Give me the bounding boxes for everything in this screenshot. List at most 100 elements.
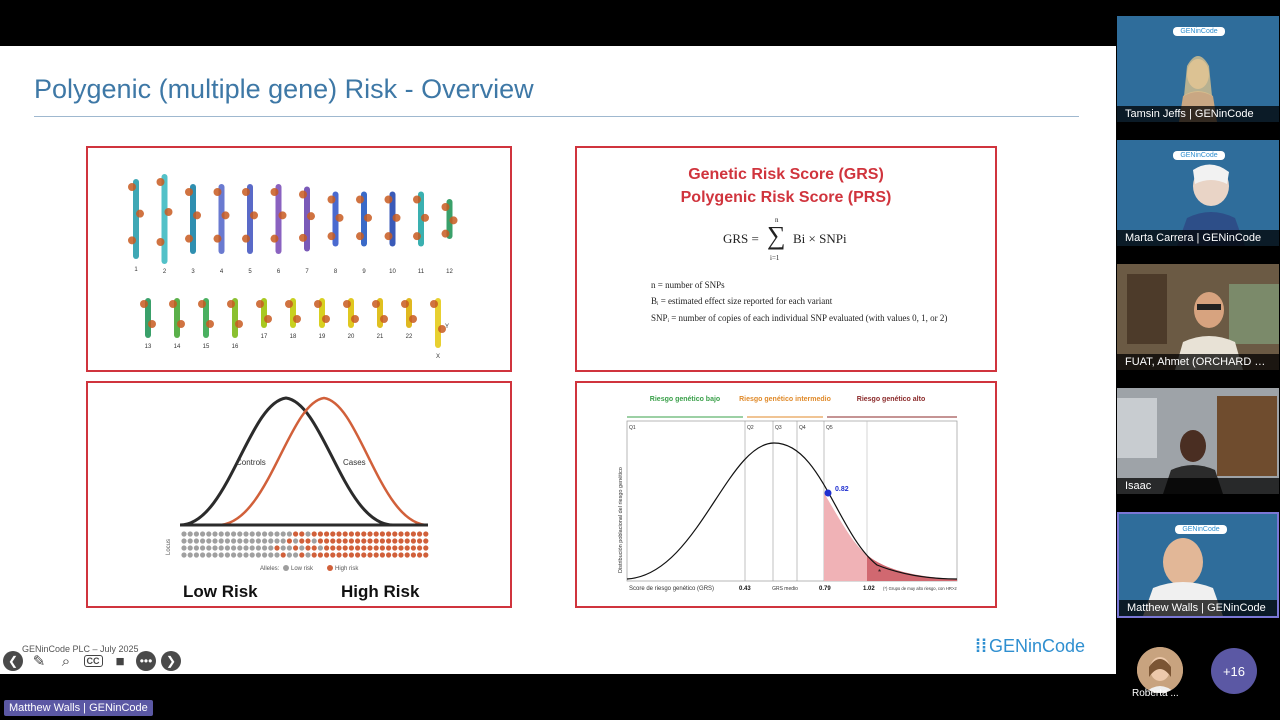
allele-dot [324, 538, 330, 544]
allele-dot [355, 545, 361, 551]
participant-avatar[interactable] [1137, 647, 1183, 693]
allele-dot [249, 531, 255, 537]
allele-dot [268, 531, 274, 537]
participant-tile[interactable]: GENinCode Tamsin Jeffs | GENinCode [1117, 16, 1279, 122]
allele-dot [280, 531, 286, 537]
snp-marker [413, 195, 421, 204]
allele-dot [373, 552, 379, 558]
allele-dot [398, 552, 404, 558]
pen-icon[interactable]: ✎ [28, 650, 50, 672]
allele-dot [330, 552, 336, 558]
snp-marker [285, 300, 293, 308]
tick-043: 0.43 [739, 586, 751, 592]
allele-dot [386, 531, 392, 537]
allele-dot [293, 545, 299, 551]
tile-logo: GENinCode [1173, 151, 1225, 160]
snp-marker [364, 213, 372, 222]
snp-marker [327, 195, 336, 204]
chromosome-label: 14 [174, 344, 181, 350]
allele-dot [348, 531, 354, 537]
chromosome-label: 18 [290, 334, 297, 340]
chromosome-label-y: Y [445, 324, 449, 330]
allele-dot [181, 552, 187, 558]
allele-dot [423, 531, 429, 537]
allele-dot [367, 531, 373, 537]
allele-dot [286, 552, 292, 558]
allele-dot [373, 531, 379, 537]
allele-dot [262, 531, 268, 537]
chromosome-label: 6 [277, 269, 281, 275]
more-icon[interactable]: ••• [136, 651, 156, 671]
snp-marker [148, 320, 156, 328]
allele-dot [206, 531, 212, 537]
allele-dot [293, 538, 299, 544]
allele-dot [193, 531, 199, 537]
allele-dot [224, 538, 230, 544]
allele-dot [231, 545, 237, 551]
brand-logo: ⁞⁞ GENinCode [975, 636, 1086, 656]
chromosome-label: 13 [145, 344, 152, 350]
allele-dot [218, 545, 224, 551]
allele-dot [355, 538, 361, 544]
snp-marker [293, 315, 301, 323]
forward-icon[interactable]: ❯ [161, 651, 181, 671]
plot-frame [626, 420, 958, 582]
snp-marker [128, 236, 136, 245]
risk-distribution-panel: Controls Cases Locus Alleles: Low risk H… [86, 381, 512, 608]
allele-dot [212, 545, 218, 551]
video-icon[interactable]: ■ [109, 650, 131, 672]
participant-tile[interactable]: GENinCode Marta Carrera | GENinCode [1117, 140, 1279, 246]
more-participants-button[interactable]: +16 [1211, 648, 1257, 694]
allele-dot [249, 552, 255, 558]
sigma-icon: ∑ [767, 221, 786, 250]
allele-dot [268, 545, 274, 551]
slide-title: Polygenic (multiple gene) Risk - Overvie… [34, 74, 534, 104]
low-risk-legend: Low risk [291, 566, 314, 572]
allele-dot [181, 538, 187, 544]
allele-dot [305, 538, 311, 544]
allele-dot [193, 552, 199, 558]
allele-dot [361, 531, 367, 537]
snp-marker [372, 300, 380, 308]
snp-marker [206, 320, 214, 328]
cc-icon[interactable]: CC [82, 650, 104, 672]
participant-tile[interactable]: FUAT, Ahmet (ORCHARD C... [1117, 264, 1279, 370]
participant-tile[interactable]: Isaac [1117, 388, 1279, 494]
x-axis-label: Score de riesgo genético (GRS) [629, 586, 714, 592]
participant-name: Tamsin Jeffs | GENinCode [1117, 106, 1279, 122]
snp-marker [193, 211, 201, 220]
back-icon[interactable]: ❮ [3, 651, 23, 671]
allele-dot [286, 538, 292, 544]
presentation-controls: ❮ ✎ ⌕ CC ■ ••• ❯ [0, 648, 200, 674]
chromosome [161, 174, 168, 264]
chromosome-label: 19 [319, 334, 326, 340]
formula-rhs: Bi × SNPi [793, 231, 847, 246]
allele-dot [268, 538, 274, 544]
allele-dot [305, 545, 311, 551]
snp-marker [299, 233, 307, 242]
active-speaker-tag: Matthew Walls | GENinCode [4, 700, 153, 716]
snp-marker [343, 300, 351, 308]
allele-dot [386, 538, 392, 544]
snp-marker [227, 300, 235, 308]
controls-label: Controls [236, 458, 266, 467]
allele-dot [243, 552, 249, 558]
zoom-icon[interactable]: ⌕ [55, 650, 77, 672]
allele-dot [206, 538, 212, 544]
allele-dot [212, 552, 218, 558]
allele-dot [243, 531, 249, 537]
allele-dot [200, 545, 206, 551]
allele-dot [342, 538, 348, 544]
tick-grs-medio: GRS medio [772, 586, 798, 592]
allele-dot [274, 545, 280, 551]
presentation-slide: Polygenic (multiple gene) Risk - Overvie… [0, 46, 1116, 674]
allele-dot [392, 545, 398, 551]
participant-name: FUAT, Ahmet (ORCHARD C... [1117, 354, 1279, 370]
participant-tile-active-speaker[interactable]: GENinCode Matthew Walls | GENinCode [1117, 512, 1279, 618]
allele-dot [342, 531, 348, 537]
allele-dot [336, 531, 342, 537]
chromosome-label: 11 [418, 269, 425, 275]
allele-dot [348, 545, 354, 551]
snp-marker [128, 183, 136, 191]
allele-dot [379, 538, 385, 544]
